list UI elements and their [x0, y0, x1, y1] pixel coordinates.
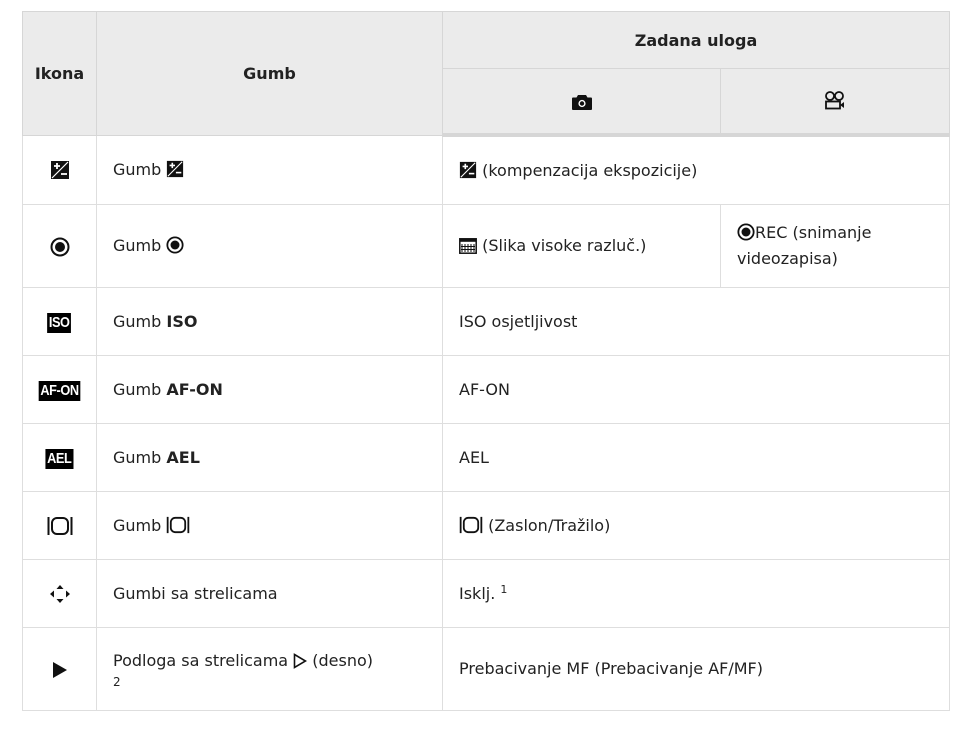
table-row: AEL Gumb AEL AEL — [22, 423, 950, 492]
table-row: Gumb (Slika visoke razluč.) REC (snimanj… — [22, 204, 950, 288]
button-label: Podloga sa strelicama — [113, 651, 289, 670]
role-label: Isklj. — [459, 583, 496, 603]
button-roles-table: Ikona Gumb Zadana uloga Gumb (kompenzaci… — [22, 11, 950, 711]
header-button: Gumb — [96, 11, 443, 136]
role-label: ISO osjetljivost — [442, 287, 950, 356]
record-icon — [50, 237, 69, 256]
header-default-role: Zadana uloga — [442, 11, 950, 69]
button-label: Gumb — [113, 447, 162, 467]
header-photo — [442, 68, 721, 137]
role-video-label-line2: videozapisa) — [737, 249, 838, 268]
play-right-icon — [52, 661, 67, 678]
ael-badge-icon: AEL — [45, 448, 74, 469]
table-row: Gumbi sa strelicama Isklj. 1 — [22, 559, 950, 628]
high-res-shot-icon — [459, 238, 477, 254]
footnote-ref: 2 — [113, 675, 121, 689]
role-label: Prebacivanje MF (Prebacivanje AF/MF) — [442, 627, 950, 711]
role-label: AEL — [442, 423, 950, 492]
header-icon: Ikona — [22, 11, 97, 136]
button-suffix: (desno) — [312, 651, 374, 670]
button-label: Gumb — [113, 159, 162, 179]
monitor-evf-icon — [459, 516, 483, 533]
button-label: Gumbi sa strelicama — [96, 559, 443, 628]
role-label: AF-ON — [442, 355, 950, 424]
record-icon — [737, 223, 755, 241]
button-label: Gumb — [113, 515, 162, 535]
table-row: ISO Gumb ISO ISO osjetljivost — [22, 287, 950, 356]
monitor-evf-icon — [167, 516, 190, 533]
header-video — [720, 68, 950, 137]
role-video-label-line1: REC (snimanje — [755, 223, 872, 242]
right-arrow-outline-icon — [293, 653, 308, 669]
button-name: ISO — [166, 311, 198, 331]
exposure-compensation-icon — [459, 161, 477, 178]
table-row: Gumb (Zaslon/Tražilo) — [22, 491, 950, 560]
footnote-ref: 1 — [500, 582, 508, 596]
role-photo-label: (Slika visoke razluč.) — [482, 236, 647, 255]
table-row: Podloga sa strelicama (desno) 2 Prebaciva… — [22, 627, 950, 711]
table-row: AF-ON Gumb AF-ON AF-ON — [22, 355, 950, 424]
iso-badge-icon: ISO — [47, 312, 72, 333]
movie-camera-icon — [825, 91, 844, 110]
button-label: Gumb — [113, 236, 162, 255]
monitor-evf-icon — [47, 517, 72, 535]
record-icon — [166, 236, 184, 254]
arrow-pad-icon — [49, 585, 70, 603]
exposure-compensation-icon — [167, 160, 184, 177]
button-label: Gumb — [113, 311, 162, 331]
camera-icon — [571, 95, 592, 110]
exposure-compensation-icon — [50, 161, 69, 180]
button-name: AF-ON — [166, 379, 223, 399]
af-on-badge-icon: AF-ON — [38, 380, 81, 401]
button-name: AEL — [166, 447, 200, 467]
role-label: (kompenzacija ekspozicije) — [482, 160, 698, 180]
role-label: (Zaslon/Tražilo) — [488, 515, 611, 535]
button-label: Gumb — [113, 379, 162, 399]
table-row: Gumb (kompenzacija ekspozicije) — [22, 134, 950, 205]
